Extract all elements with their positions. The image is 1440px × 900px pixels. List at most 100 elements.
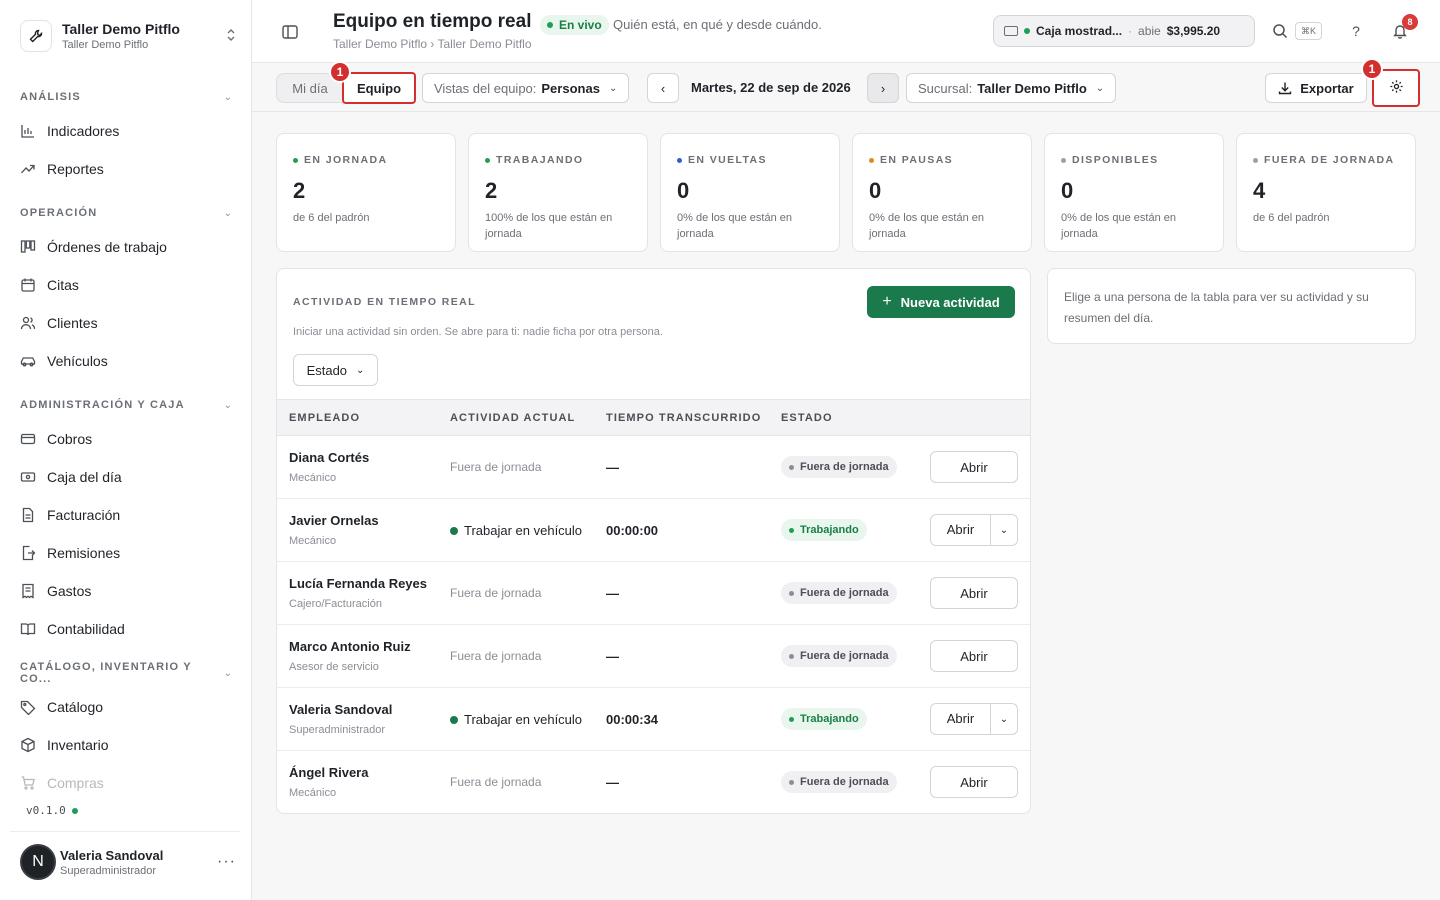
sidebar-item-gastos[interactable]: Gastos	[20, 578, 232, 604]
breadcrumb[interactable]: Taller Demo Pitflo › Taller Demo Pitflo	[333, 37, 532, 51]
status-filter[interactable]: Estado ⌄	[293, 354, 378, 386]
bar-chart-icon	[20, 123, 36, 139]
chevron-down-icon[interactable]: ⌄	[991, 525, 1017, 536]
help-icon[interactable]: ?	[1346, 21, 1366, 41]
cash-icon	[20, 469, 36, 485]
status-dot	[1253, 157, 1258, 163]
new-activity-button[interactable]: + Nueva actividad	[867, 286, 1015, 318]
kanban-icon	[20, 239, 36, 255]
detail-empty-state: Elige a una persona de la tabla para ver…	[1047, 268, 1416, 344]
column-header[interactable]: EMPLEADO	[289, 412, 360, 424]
sidebar-toggle-icon[interactable]	[280, 22, 300, 42]
current-date: Martes, 22 de sep de 2026	[691, 80, 851, 95]
receipt-icon	[20, 583, 36, 599]
sidebar-item-clientes[interactable]: Clientes	[20, 310, 232, 336]
sidebar-item-facturacion[interactable]: Facturación	[20, 502, 232, 528]
table-row[interactable]: Valeria Sandoval Superadministrador Trab…	[277, 688, 1030, 751]
table-row[interactable]: Javier Ornelas Mecánico Trabajar en vehí…	[277, 499, 1030, 562]
status-badge: Fuera de jornada	[781, 582, 897, 604]
activity-card: ACTIVIDAD EN TIEMPO REAL Iniciar una act…	[276, 268, 1031, 814]
sidebar-item-contabilidad[interactable]: Contabilidad	[20, 616, 232, 642]
marker-badge: 1	[1361, 58, 1383, 80]
live-dot	[547, 22, 553, 28]
status-dot	[450, 526, 458, 535]
trend-icon	[20, 161, 36, 177]
next-day-button[interactable]: ›	[867, 73, 899, 103]
prev-day-button[interactable]: ‹	[647, 73, 679, 103]
open-split-button[interactable]: Abrir ⌄	[930, 703, 1018, 735]
column-header[interactable]: ACTIVIDAD ACTUAL	[450, 412, 575, 424]
notification-badge: 8	[1402, 14, 1418, 30]
sidebar-item-catalogo[interactable]: Catálogo	[20, 694, 232, 720]
page-header: Equipo en tiempo real En vivo Quién está…	[252, 0, 1440, 63]
user-role: Superadministrador	[60, 864, 156, 877]
sidebar-item-compras[interactable]: Compras	[20, 770, 232, 796]
marker-badge: 1	[329, 61, 351, 83]
chevron-down-icon: ⌄	[223, 91, 232, 103]
page-subtitle: Quién está, en qué y desde cuándo.	[613, 17, 822, 32]
sidebar-item-caja[interactable]: Caja del día	[20, 464, 232, 490]
toolbar: Mi día Equipo 1 Vistas del equipo: Perso…	[252, 58, 1440, 112]
sidebar-item-citas[interactable]: Citas	[20, 272, 232, 298]
export-button[interactable]: Exportar	[1265, 73, 1367, 103]
kpi-en-vueltas: EN VUELTAS 0 0% de los que están en jorn…	[660, 133, 840, 252]
table-row[interactable]: Ángel Rivera Mecánico Fuera de jornada —…	[277, 751, 1030, 813]
open-button[interactable]: Abrir	[930, 640, 1018, 672]
file-export-icon	[20, 545, 36, 561]
table-row[interactable]: Diana Cortés Mecánico Fuera de jornada —…	[277, 436, 1030, 499]
sidebar: Taller Demo Pitflo Taller Demo Pitflo AN…	[0, 0, 252, 900]
kpi-en-jornada: EN JORNADA 2 de 6 del padrón	[276, 133, 456, 252]
tab-equipo[interactable]: Equipo	[342, 72, 416, 104]
chevron-down-icon: ⌄	[356, 364, 365, 376]
open-button[interactable]: Abrir	[930, 766, 1018, 798]
nav-section-operacion[interactable]: OPERACIÓN ⌄	[20, 205, 232, 221]
page-title: Equipo en tiempo real	[333, 11, 532, 32]
more-icon[interactable]: ···	[217, 853, 236, 871]
gear-icon	[1389, 79, 1404, 97]
status-badge: Trabajando	[781, 708, 867, 730]
open-split-button[interactable]: Abrir ⌄	[930, 514, 1018, 546]
status-dot	[485, 157, 490, 163]
sidebar-item-inventario[interactable]: Inventario	[20, 732, 232, 758]
open-button[interactable]: Abrir	[930, 451, 1018, 483]
status-dot	[1024, 28, 1030, 34]
status-dot	[71, 807, 78, 814]
divider	[10, 831, 240, 832]
status-dot	[293, 157, 298, 163]
org-switcher[interactable]: Taller Demo Pitflo Taller Demo Pitflo	[20, 16, 236, 56]
status-dot	[450, 715, 458, 724]
sidebar-item-cobros[interactable]: Cobros	[20, 426, 232, 452]
status-badge: Fuera de jornada	[781, 645, 897, 667]
team-view-select[interactable]: Vistas del equipo: Personas ⌄	[422, 73, 630, 103]
chevron-down-icon[interactable]: ⌄	[991, 714, 1017, 725]
sidebar-item-vehiculos[interactable]: Vehículos	[20, 348, 232, 374]
status-badge: Trabajando	[781, 519, 867, 541]
chevron-down-icon: ⌄	[223, 207, 232, 219]
status-dot	[1061, 157, 1066, 163]
branch-select[interactable]: Sucursal: Taller Demo Pitflo ⌄	[906, 73, 1117, 103]
sidebar-item-remisiones[interactable]: Remisiones	[20, 540, 232, 566]
table-row[interactable]: Lucía Fernanda Reyes Cajero/Facturación …	[277, 562, 1030, 625]
sidebar-item-indicadores[interactable]: Indicadores	[20, 118, 232, 144]
document-icon	[20, 507, 36, 523]
package-icon	[20, 737, 36, 753]
sidebar-item-ordenes[interactable]: Órdenes de trabajo	[20, 234, 232, 260]
user-menu[interactable]: N Valeria Sandoval Superadministrador ··…	[20, 842, 236, 882]
kpi-trabajando: TRABAJANDO 2 100% de los que están en jo…	[468, 133, 648, 252]
sidebar-item-reportes[interactable]: Reportes	[20, 156, 232, 182]
kpi-disponibles: DISPONIBLES 0 0% de los que están en jor…	[1044, 133, 1224, 252]
search-icon[interactable]	[1270, 21, 1290, 41]
nav-section-analisis[interactable]: ANÁLISIS ⌄	[20, 89, 232, 105]
column-header[interactable]: TIEMPO TRANSCURRIDO	[606, 412, 761, 424]
cart-icon	[20, 775, 36, 791]
table-row[interactable]: Marco Antonio Ruiz Asesor de servicio Fu…	[277, 625, 1030, 688]
cash-register-pill[interactable]: Caja mostrad... · abie $3,995.20	[993, 15, 1255, 47]
nav-section-admin[interactable]: ADMINISTRACIÓN Y CAJA ⌄	[20, 397, 232, 413]
section-title: ACTIVIDAD EN TIEMPO REAL	[293, 296, 476, 308]
open-button[interactable]: Abrir	[930, 577, 1018, 609]
avatar: N	[20, 844, 56, 880]
column-header[interactable]: ESTADO	[781, 412, 833, 424]
status-dot	[869, 157, 874, 163]
tag-icon	[20, 699, 36, 715]
nav-section-catalogo[interactable]: CATÁLOGO, INVENTARIO Y CO... ⌄	[20, 661, 232, 685]
